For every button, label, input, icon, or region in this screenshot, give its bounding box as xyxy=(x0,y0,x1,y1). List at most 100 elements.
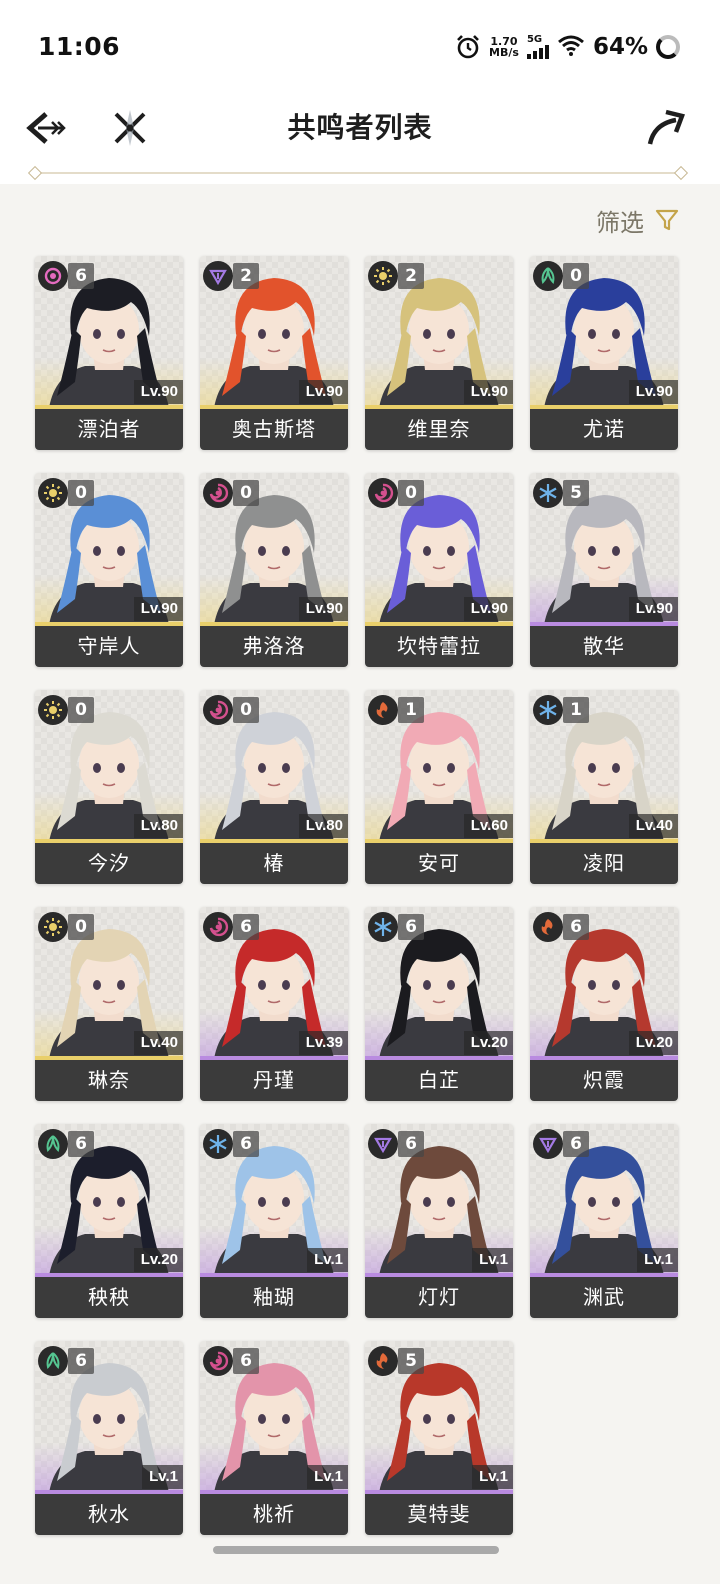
character-card[interactable]: 1 Lv.60 安可 xyxy=(365,690,513,884)
character-card[interactable]: 2 Lv.90 奥古斯塔 xyxy=(200,256,348,450)
share-button[interactable] xyxy=(642,104,690,152)
character-name: 漂泊者 xyxy=(35,409,183,450)
character-name: 今汐 xyxy=(35,843,183,884)
havoc-element-icon xyxy=(203,478,233,508)
character-name: 椿 xyxy=(200,843,348,884)
character-card[interactable]: 6 Lv.20 白芷 xyxy=(365,907,513,1101)
character-card[interactable]: 6 Lv.20 炽霞 xyxy=(530,907,678,1101)
character-card[interactable]: 6 Lv.1 渊武 xyxy=(530,1124,678,1318)
level-badge: Lv.90 xyxy=(463,380,513,404)
net-speed-unit: MB/s xyxy=(489,46,519,59)
level-badge: Lv.90 xyxy=(628,380,678,404)
resonance-chain-badge: 6 xyxy=(68,1131,94,1157)
character-name: 釉瑚 xyxy=(200,1277,348,1318)
resonance-chain-badge: 2 xyxy=(233,263,259,289)
electro-element-icon xyxy=(533,1129,563,1159)
page-title: 共鸣者列表 xyxy=(287,111,433,144)
level-badge: Lv.1 xyxy=(307,1465,348,1489)
character-card[interactable]: 1 Lv.40 凌阳 xyxy=(530,690,678,884)
glacio-element-icon xyxy=(533,478,563,508)
character-card[interactable]: 6 Lv.39 丹瑾 xyxy=(200,907,348,1101)
character-card[interactable]: 5 Lv.1 莫特斐 xyxy=(365,1341,513,1535)
level-badge: Lv.90 xyxy=(133,597,183,621)
resonance-chain-badge: 0 xyxy=(68,480,94,506)
character-name: 渊武 xyxy=(530,1277,678,1318)
character-name: 莫特斐 xyxy=(365,1494,513,1535)
resonance-chain-badge: 0 xyxy=(68,697,94,723)
glacio-element-icon xyxy=(533,695,563,725)
resonance-chain-badge: 6 xyxy=(68,263,94,289)
spectro-element-icon xyxy=(38,478,68,508)
level-badge: Lv.40 xyxy=(628,814,678,838)
electro-element-icon xyxy=(368,1129,398,1159)
character-card[interactable]: 0 Lv.90 弗洛洛 xyxy=(200,473,348,667)
character-card[interactable]: 0 Lv.90 尤诺 xyxy=(530,256,678,450)
resonance-chain-badge: 0 xyxy=(233,697,259,723)
aero-element-icon xyxy=(38,1129,68,1159)
aero-element-icon xyxy=(533,261,563,291)
resonance-chain-badge: 6 xyxy=(233,1348,259,1374)
character-name: 琳奈 xyxy=(35,1060,183,1101)
character-card[interactable]: 2 Lv.90 维里奈 xyxy=(365,256,513,450)
resonance-chain-badge: 0 xyxy=(398,480,424,506)
character-name: 散华 xyxy=(530,626,678,667)
character-card[interactable]: 0 Lv.40 琳奈 xyxy=(35,907,183,1101)
level-badge: Lv.20 xyxy=(628,1031,678,1055)
spectro-element-icon xyxy=(368,261,398,291)
character-name: 维里奈 xyxy=(365,409,513,450)
character-name: 丹瑾 xyxy=(200,1060,348,1101)
resonance-chain-badge: 6 xyxy=(398,1131,424,1157)
character-name: 守岸人 xyxy=(35,626,183,667)
network-speed: 1.70 MB/s xyxy=(489,36,519,58)
character-card[interactable]: 0 Lv.80 椿 xyxy=(200,690,348,884)
resonance-chain-badge: 5 xyxy=(563,480,589,506)
level-badge: Lv.1 xyxy=(637,1248,678,1272)
havoc-element-icon xyxy=(368,478,398,508)
character-card[interactable]: 0 Lv.80 今汐 xyxy=(35,690,183,884)
cellular-signal-icon: 5G xyxy=(526,34,549,59)
character-card[interactable]: 6 Lv.1 釉瑚 xyxy=(200,1124,348,1318)
character-name: 炽霞 xyxy=(530,1060,678,1101)
resonance-chain-badge: 0 xyxy=(563,263,589,289)
character-card[interactable]: 6 Lv.90 漂泊者 xyxy=(35,256,183,450)
resonance-chain-badge: 6 xyxy=(563,1131,589,1157)
level-badge: Lv.1 xyxy=(142,1465,183,1489)
character-name: 秋水 xyxy=(35,1494,183,1535)
electro-element-icon xyxy=(203,261,233,291)
status-time: 11:06 xyxy=(38,32,121,61)
level-badge: Lv.90 xyxy=(298,597,348,621)
wifi-icon xyxy=(557,34,585,60)
gesture-bar[interactable] xyxy=(213,1546,499,1554)
character-name: 白芷 xyxy=(365,1060,513,1101)
level-badge: Lv.1 xyxy=(472,1465,513,1489)
network-type: 5G xyxy=(526,34,543,45)
character-card[interactable]: 6 Lv.1 灯灯 xyxy=(365,1124,513,1318)
aero-element-icon xyxy=(38,1346,68,1376)
resonance-chain-badge: 6 xyxy=(68,1348,94,1374)
resonance-chain-badge: 6 xyxy=(563,914,589,940)
resonance-chain-badge: 6 xyxy=(233,1131,259,1157)
character-name: 安可 xyxy=(365,843,513,884)
fusion-element-icon xyxy=(533,912,563,942)
header-divider xyxy=(36,172,680,174)
spectro-element-icon xyxy=(38,695,68,725)
filter-button[interactable]: 筛选 xyxy=(596,200,680,240)
fusion-element-icon xyxy=(368,695,398,725)
alarm-icon xyxy=(455,34,481,60)
resonance-chain-badge: 0 xyxy=(68,914,94,940)
character-card[interactable]: 6 Lv.1 桃祈 xyxy=(200,1341,348,1535)
resonance-chain-badge: 0 xyxy=(233,480,259,506)
character-card[interactable]: 6 Lv.20 秧秧 xyxy=(35,1124,183,1318)
havoc-element-icon xyxy=(203,1346,233,1376)
character-card[interactable]: 0 Lv.90 守岸人 xyxy=(35,473,183,667)
glacio-element-icon xyxy=(203,1129,233,1159)
character-card[interactable]: 0 Lv.90 坎特蕾拉 xyxy=(365,473,513,667)
level-badge: Lv.39 xyxy=(298,1031,348,1055)
character-name: 弗洛洛 xyxy=(200,626,348,667)
level-badge: Lv.90 xyxy=(628,597,678,621)
resonance-chain-badge: 5 xyxy=(398,1348,424,1374)
resonance-chain-badge: 6 xyxy=(233,914,259,940)
character-card[interactable]: 6 Lv.1 秋水 xyxy=(35,1341,183,1535)
havoc-element-icon xyxy=(203,912,233,942)
character-card[interactable]: 5 Lv.90 散华 xyxy=(530,473,678,667)
